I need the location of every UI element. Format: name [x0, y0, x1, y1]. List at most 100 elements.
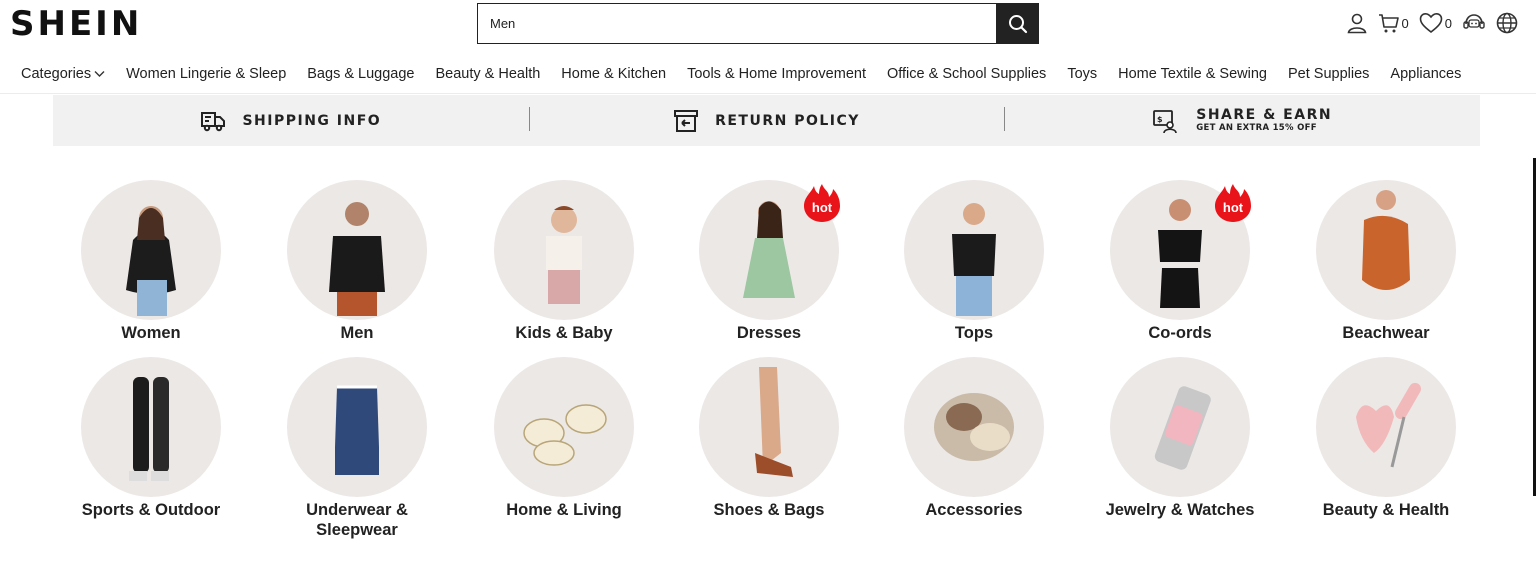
category-label: Kids & Baby — [515, 324, 613, 342]
support-button[interactable] — [1462, 12, 1486, 34]
category-tile[interactable]: Accessories — [876, 357, 1072, 520]
nav-item[interactable]: Beauty & Health — [436, 66, 541, 82]
category-label: Sports & Outdoor — [81, 501, 221, 519]
category-label: Tops — [954, 324, 994, 342]
language-button[interactable] — [1496, 12, 1518, 34]
nav-item-label: Categories — [21, 65, 92, 82]
category-image — [904, 357, 1044, 497]
nav-item-label: Home & Kitchen — [561, 65, 667, 82]
shipping-info-link[interactable]: SHIPPING INFO — [53, 95, 529, 146]
category-image — [81, 180, 221, 320]
nav-item[interactable]: Pet Supplies — [1288, 66, 1369, 82]
categories-dropdown[interactable]: Categories — [21, 66, 105, 82]
shipping-truck-icon — [201, 111, 226, 131]
search-button[interactable] — [996, 3, 1039, 44]
heart-icon — [1419, 12, 1443, 34]
category-nav: Categories Women Lingerie & Sleep Bags & L… — [0, 54, 1536, 94]
user-icon — [1347, 13, 1366, 34]
info-strip: SHIPPING INFO RETURN POLICY $ SHARE & EA… — [53, 95, 1480, 146]
category-photo-icon — [952, 203, 996, 316]
category-tile[interactable]: Underwear & Sleepwear — [259, 357, 455, 540]
search-input[interactable] — [490, 4, 990, 42]
category-tile[interactable]: hot Co-ords — [1082, 180, 1278, 343]
category-label: Men — [340, 324, 374, 342]
shein-logo[interactable]: SHEIN — [10, 4, 142, 44]
category-image — [904, 180, 1044, 320]
wishlist-button[interactable]: 0 — [1419, 12, 1452, 34]
category-tile[interactable]: Beauty & Health — [1288, 357, 1484, 520]
share-earn-link[interactable]: $ SHARE & EARN GET AN EXTRA 15% OFF — [1004, 95, 1480, 146]
return-policy-link[interactable]: RETURN POLICY — [528, 95, 1005, 146]
search-icon — [1008, 14, 1027, 33]
wishlist-count: 0 — [1444, 15, 1452, 31]
category-tile[interactable]: Home & Living — [466, 357, 662, 520]
category-photo-icon — [546, 206, 582, 304]
category-image — [81, 357, 221, 497]
hot-flame-icon: hot — [1215, 184, 1251, 222]
category-label: Dresses — [736, 324, 802, 342]
hot-flame-icon: hot — [804, 184, 840, 222]
category-tile[interactable]: hot Dresses — [671, 180, 867, 343]
category-image — [287, 180, 427, 320]
support-chat-icon — [1463, 14, 1485, 29]
nav-item[interactable]: Tools & Home Improvement — [687, 66, 866, 82]
nav-item[interactable]: Women Lingerie & Sleep — [126, 66, 286, 82]
category-photo-icon — [129, 377, 169, 481]
category-label: Co-ords — [1148, 324, 1212, 342]
category-tile[interactable]: Jewelry & Watches — [1082, 357, 1278, 520]
nav-item[interactable]: Office & School Supplies — [887, 66, 1046, 82]
category-image — [1316, 180, 1456, 320]
category-tile[interactable]: Shoes & Bags — [671, 357, 867, 520]
nav-item-label: Pet Supplies — [1287, 65, 1370, 82]
nav-item[interactable]: Home & Kitchen — [561, 66, 666, 82]
nav-item-label: Women Lingerie & Sleep — [126, 65, 287, 82]
category-tile[interactable]: Sports & Outdoor — [53, 357, 249, 520]
category-label: Women — [121, 324, 181, 342]
category-label: Shoes & Bags — [713, 501, 825, 519]
nav-item-label: Appliances — [1390, 65, 1462, 82]
nav-item-label: Beauty & Health — [435, 65, 541, 82]
hot-badge-text: hot — [1223, 200, 1244, 215]
category-photo-icon — [1154, 386, 1211, 470]
share-earn-icon: $ — [1153, 109, 1178, 133]
category-tile[interactable]: Tops — [876, 180, 1072, 343]
category-photo-icon — [329, 202, 385, 316]
category-label: Accessories — [925, 501, 1023, 519]
nav-item[interactable]: Bags & Luggage — [307, 66, 414, 82]
return-box-icon — [674, 109, 699, 132]
nav-item[interactable]: Toys — [1067, 66, 1097, 82]
cart-button[interactable]: 0 — [1378, 12, 1409, 34]
category-photo-icon — [126, 206, 176, 316]
account-button[interactable] — [1346, 12, 1368, 34]
share-earn-label: SHARE & EARN — [1196, 107, 1333, 124]
search-bar — [477, 3, 1039, 44]
nav-item[interactable]: Appliances — [1390, 66, 1461, 82]
nav-item-label: Office & School Supplies — [886, 65, 1047, 82]
category-tile[interactable]: Women — [53, 180, 249, 343]
category-photo-icon — [755, 367, 793, 477]
share-earn-sublabel: GET AN EXTRA 15% OFF — [1196, 123, 1317, 134]
category-image — [287, 357, 427, 497]
nav-item-label: Bags & Luggage — [307, 65, 415, 82]
category-image — [494, 180, 634, 320]
category-image — [699, 357, 839, 497]
nav-item-label: Tools & Home Improvement — [687, 65, 866, 82]
category-tile[interactable]: Men — [259, 180, 455, 343]
cart-count: 0 — [1401, 15, 1409, 31]
hot-badge-text: hot — [812, 200, 833, 215]
category-label: Beauty & Health — [1322, 501, 1450, 519]
category-image — [494, 357, 634, 497]
return-policy-label: RETURN POLICY — [715, 112, 860, 129]
category-tile[interactable]: Kids & Baby — [466, 180, 662, 343]
category-image — [1316, 357, 1456, 497]
category-label: Jewelry & Watches — [1105, 501, 1255, 519]
cart-icon — [1378, 14, 1399, 33]
category-tile[interactable]: Beachwear — [1288, 180, 1484, 343]
category-photo-icon — [335, 385, 379, 475]
category-label: Home & Living — [506, 501, 622, 519]
nav-item[interactable]: Home Textile & Sewing — [1118, 66, 1267, 82]
category-photo-icon — [523, 404, 607, 466]
category-photo-icon — [934, 393, 1014, 461]
category-image: hot — [1110, 180, 1251, 320]
nav-item-label: Toys — [1067, 65, 1098, 82]
